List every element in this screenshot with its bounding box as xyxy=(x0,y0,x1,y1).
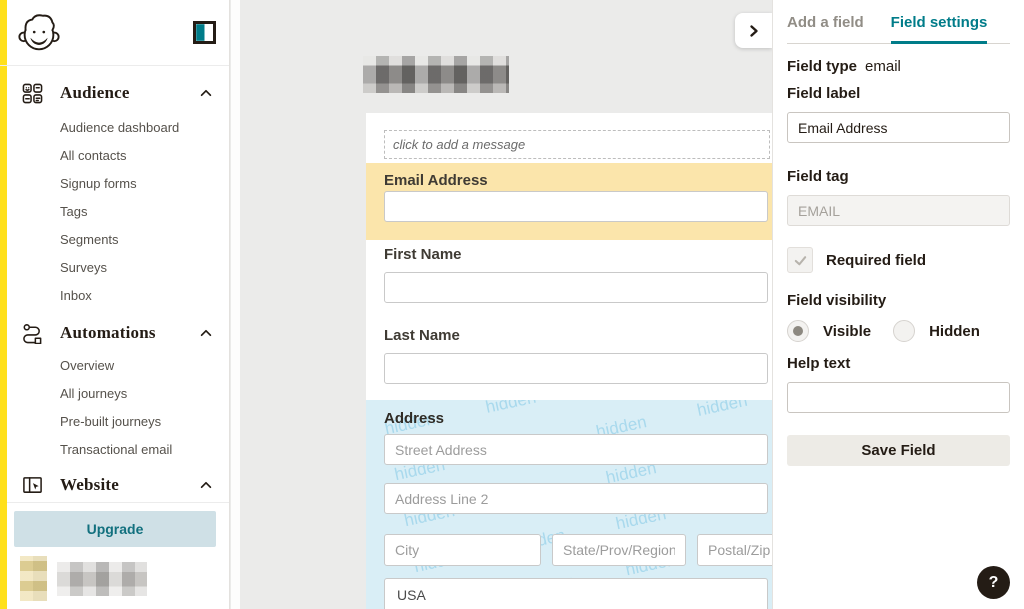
content-gutter xyxy=(231,0,240,609)
sidebar-item-segments[interactable]: Segments xyxy=(0,226,229,254)
sidebar-item-surveys[interactable]: Surveys xyxy=(0,254,229,282)
panel-tabs: Add a field Field settings xyxy=(787,0,1010,44)
collapse-sidebar-icon[interactable] xyxy=(193,21,216,44)
field-tag-input xyxy=(787,195,1010,226)
address-field-label: Address xyxy=(384,410,444,427)
chevron-up-icon xyxy=(199,326,213,340)
email-field-block-selected[interactable]: Email Address xyxy=(366,163,772,240)
field-type-value: email xyxy=(865,58,901,75)
collapse-panel-button[interactable] xyxy=(735,13,772,48)
postal-input[interactable] xyxy=(697,534,772,566)
tab-field-settings[interactable]: Field settings xyxy=(891,14,988,44)
address-line2-input[interactable] xyxy=(384,483,768,514)
field-settings-panel: Add a field Field settings Field type ema… xyxy=(772,0,1024,609)
help-text-input[interactable] xyxy=(787,382,1010,413)
account-row[interactable] xyxy=(0,550,229,609)
state-input[interactable] xyxy=(552,534,686,566)
required-field-row: Required field xyxy=(787,247,1010,273)
sidebar-item-tags[interactable]: Tags xyxy=(0,198,229,226)
automations-icon xyxy=(22,323,43,344)
mailchimp-signup-form-builder: Audience Audience dashboard All contacts… xyxy=(0,0,1024,609)
field-visibility-label: Field visibility xyxy=(787,292,1010,309)
sidebar-item-audience-dashboard[interactable]: Audience dashboard xyxy=(0,114,229,142)
sidebar-section-website[interactable]: Website xyxy=(0,468,229,502)
sidebar-item-all-journeys[interactable]: All journeys xyxy=(0,380,229,408)
avatar xyxy=(20,556,47,601)
sidebar-divider xyxy=(0,502,229,503)
sidebar-item-prebuilt-journeys[interactable]: Pre-built journeys xyxy=(0,408,229,436)
field-type-row: Field type email xyxy=(787,58,1010,75)
chevron-up-icon xyxy=(199,478,213,492)
address-field-block-hidden[interactable]: hiddenhiddenhiddenhiddenhiddenhidden hid… xyxy=(366,400,772,609)
email-field-label: Email Address xyxy=(384,172,488,189)
last-name-field-label: Last Name xyxy=(384,327,460,344)
visible-radio[interactable] xyxy=(787,320,809,342)
field-label-input[interactable] xyxy=(787,112,1010,143)
sidebar-section-label: Website xyxy=(60,475,119,495)
website-icon xyxy=(22,475,43,496)
chevron-up-icon xyxy=(199,86,213,100)
sidebar-section-label: Automations xyxy=(60,323,156,343)
sidebar-item-inbox[interactable]: Inbox xyxy=(0,282,229,310)
hidden-radio[interactable] xyxy=(893,320,915,342)
sidebar-item-all-contacts[interactable]: All contacts xyxy=(0,142,229,170)
last-name-field-input[interactable] xyxy=(384,353,768,384)
first-name-field-input[interactable] xyxy=(384,272,768,303)
sidebar-section-audience[interactable]: Audience xyxy=(0,76,229,110)
sidebar-section-label: Audience xyxy=(60,83,130,103)
sidebar-item-overview[interactable]: Overview xyxy=(0,352,229,380)
city-state-postal-row xyxy=(384,534,772,566)
add-message-placeholder[interactable]: click to add a message xyxy=(384,130,770,159)
checkmark-icon xyxy=(793,253,808,268)
audience-links: Audience dashboard All contacts Signup f… xyxy=(0,110,229,310)
street-address-input[interactable] xyxy=(384,434,768,465)
help-text-label: Help text xyxy=(787,355,1010,372)
chevron-right-icon xyxy=(747,24,761,38)
sidebar-item-transactional-email[interactable]: Transactional email xyxy=(0,436,229,464)
mailchimp-logo-icon[interactable] xyxy=(16,10,62,56)
account-name-redacted xyxy=(57,562,147,596)
city-input[interactable] xyxy=(384,534,541,566)
field-tag-label: Field tag xyxy=(787,168,1010,185)
sidebar-section-automations[interactable]: Automations xyxy=(0,316,229,350)
tab-add-a-field[interactable]: Add a field xyxy=(787,14,864,43)
visibility-options: Visible Hidden xyxy=(787,320,1010,342)
first-name-field-label: First Name xyxy=(384,246,462,263)
field-type-label: Field type xyxy=(787,58,857,75)
form-builder-canvas: click to add a message Email Address Fir… xyxy=(240,0,772,609)
signup-form-preview: click to add a message Email Address Fir… xyxy=(366,113,772,609)
visible-label: Visible xyxy=(823,323,871,340)
sidebar-item-signup-forms[interactable]: Signup forms xyxy=(0,170,229,198)
required-checkbox xyxy=(787,247,813,273)
sidebar: Audience Audience dashboard All contacts… xyxy=(0,0,230,609)
save-field-button[interactable]: Save Field xyxy=(787,435,1010,466)
upgrade-button[interactable]: Upgrade xyxy=(14,511,216,547)
country-select[interactable]: USA xyxy=(384,578,768,609)
automations-links: Overview All journeys Pre-built journeys… xyxy=(0,350,229,464)
audience-icon xyxy=(22,83,43,104)
required-field-label: Required field xyxy=(826,252,926,269)
hidden-label: Hidden xyxy=(929,323,980,340)
sidebar-nav: Audience Audience dashboard All contacts… xyxy=(0,76,229,502)
form-title-redacted xyxy=(363,56,509,93)
field-label-label: Field label xyxy=(787,85,1010,102)
help-button[interactable]: ? xyxy=(977,566,1010,599)
email-field-input[interactable] xyxy=(384,191,768,222)
sidebar-logo-row xyxy=(0,0,229,66)
